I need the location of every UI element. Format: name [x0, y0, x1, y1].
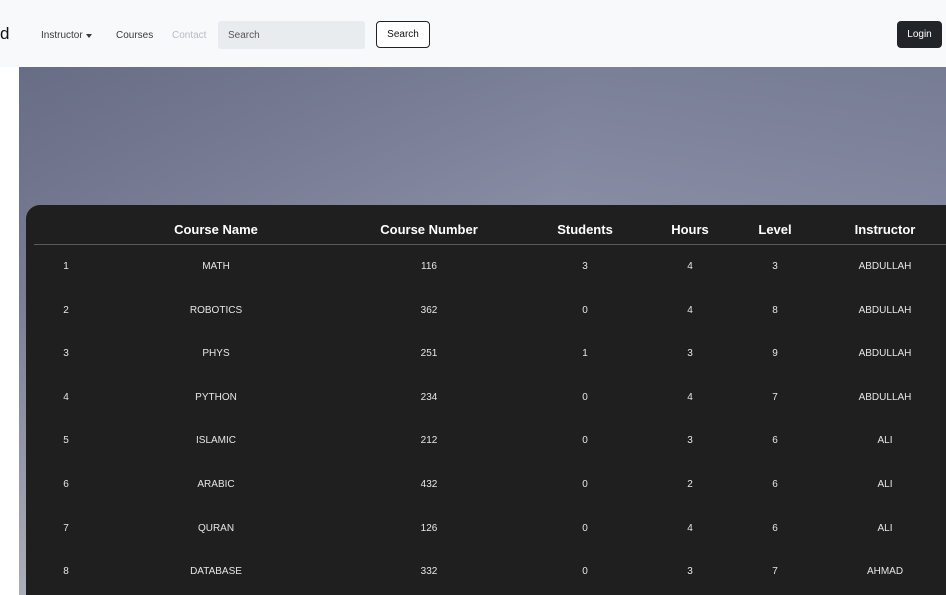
cell-course-number: 116 — [421, 261, 437, 272]
search-input[interactable] — [218, 21, 365, 49]
cell-course-number: 212 — [420, 435, 438, 447]
cell-instructor: ALI — [877, 435, 893, 447]
table-row: 4 PYTHON 234 0 4 7 ABDULLAH — [26, 376, 946, 420]
table-row: 8 DATABASE 332 0 3 7 AHMAD — [26, 550, 946, 594]
table-header-row: Course Name Course Number Students Hours… — [34, 217, 946, 245]
nav-instructor-label: Instructor — [41, 30, 83, 41]
search-button[interactable]: Search — [376, 21, 430, 48]
cell-hours: 4 — [687, 261, 693, 272]
cell-instructor: ABDULLAH — [858, 391, 912, 403]
cell-index: 2 — [63, 304, 69, 316]
table-row: 7 QURAN 126 0 4 6 ALI — [26, 507, 946, 551]
nav-courses-link[interactable]: Courses — [116, 29, 153, 42]
cell-course-name: QURAN — [197, 522, 235, 534]
cell-students: 3 — [582, 261, 588, 272]
cell-course-name: PYTHON — [195, 391, 237, 403]
cell-index: 3 — [63, 348, 69, 360]
cell-level: 7 — [772, 566, 778, 578]
cell-level: 9 — [772, 348, 778, 360]
cell-level: 3 — [772, 261, 778, 272]
cell-index: 6 — [63, 478, 69, 490]
header-course-name: Course Name — [174, 222, 258, 237]
cell-course-number: 126 — [420, 522, 438, 534]
cell-course-name: ARABIC — [197, 478, 235, 490]
cell-students: 0 — [582, 435, 588, 447]
table-row: 6 ARABIC 432 0 2 6 ALI — [26, 463, 946, 507]
cell-course-name: ROBOTICS — [189, 304, 243, 316]
header-level: Level — [758, 222, 792, 237]
cell-course-name: PHYS — [202, 348, 230, 360]
courses-table: Course Name Course Number Students Hours… — [26, 205, 946, 595]
caret-down-icon — [85, 33, 92, 38]
brand-logo[interactable]: d — [0, 24, 9, 44]
cell-students: 0 — [582, 391, 588, 403]
cell-hours: 2 — [687, 478, 693, 490]
header-instructor: Instructor — [854, 222, 916, 237]
cell-index: 5 — [63, 435, 69, 447]
cell-hours: 4 — [687, 304, 693, 316]
table-row: 5 ISLAMIC 212 0 3 6 ALI — [26, 419, 946, 463]
table-body: 1 MATH 116 3 4 3 ABDULLAH 2 ROBOTICS 362… — [26, 245, 946, 594]
header-course-number: Course Number — [380, 222, 478, 237]
cell-instructor: AHMAD — [866, 566, 904, 578]
table-row: 3 PHYS 251 1 3 9 ABDULLAH — [26, 332, 946, 376]
cell-level: 7 — [772, 391, 778, 403]
header-hours: Hours — [671, 222, 709, 237]
cell-index: 8 — [63, 566, 69, 578]
cell-instructor: ABDULLAH — [858, 348, 912, 360]
header-students: Students — [557, 222, 613, 237]
cell-course-name: ISLAMIC — [195, 435, 237, 447]
cell-index: 4 — [63, 391, 69, 403]
cell-hours: 3 — [687, 435, 693, 447]
cell-students: 0 — [582, 478, 588, 490]
cell-hours: 4 — [687, 391, 693, 403]
table-row: 1 MATH 116 3 4 3 ABDULLAH — [26, 245, 946, 289]
cell-instructor: ALI — [877, 478, 893, 490]
cell-level: 6 — [772, 522, 778, 534]
cell-instructor: ABDULLAH — [858, 261, 912, 272]
navbar: d Instructor Courses Contact Search Logi… — [0, 0, 946, 67]
table-row: 2 ROBOTICS 362 0 4 8 ABDULLAH — [26, 289, 946, 333]
login-button[interactable]: Login — [897, 21, 942, 48]
cell-course-number: 432 — [420, 478, 438, 490]
cell-hours: 4 — [687, 522, 693, 534]
cell-course-number: 332 — [420, 566, 438, 578]
page: d Instructor Courses Contact Search Logi… — [0, 0, 946, 595]
cell-level: 6 — [772, 435, 778, 447]
cell-hours: 3 — [687, 348, 693, 360]
cell-course-name: DATABASE — [190, 566, 242, 578]
cell-hours: 3 — [687, 566, 693, 578]
cell-students: 1 — [582, 348, 588, 360]
cell-level: 8 — [772, 304, 778, 316]
cell-level: 6 — [772, 478, 778, 490]
nav-contact-link[interactable]: Contact — [172, 29, 206, 42]
cell-students: 0 — [582, 566, 588, 578]
cell-instructor: ALI — [877, 522, 893, 534]
cell-course-name: MATH — [202, 261, 230, 272]
cell-students: 0 — [582, 522, 588, 534]
cell-index: 7 — [63, 522, 69, 534]
cell-instructor: ABDULLAH — [858, 304, 912, 316]
cell-course-number: 362 — [420, 304, 438, 316]
cell-course-number: 234 — [420, 391, 438, 403]
cell-course-number: 251 — [420, 348, 438, 360]
cell-index: 1 — [63, 261, 69, 272]
nav-instructor-dropdown[interactable]: Instructor — [41, 29, 92, 42]
cell-students: 0 — [582, 304, 588, 316]
